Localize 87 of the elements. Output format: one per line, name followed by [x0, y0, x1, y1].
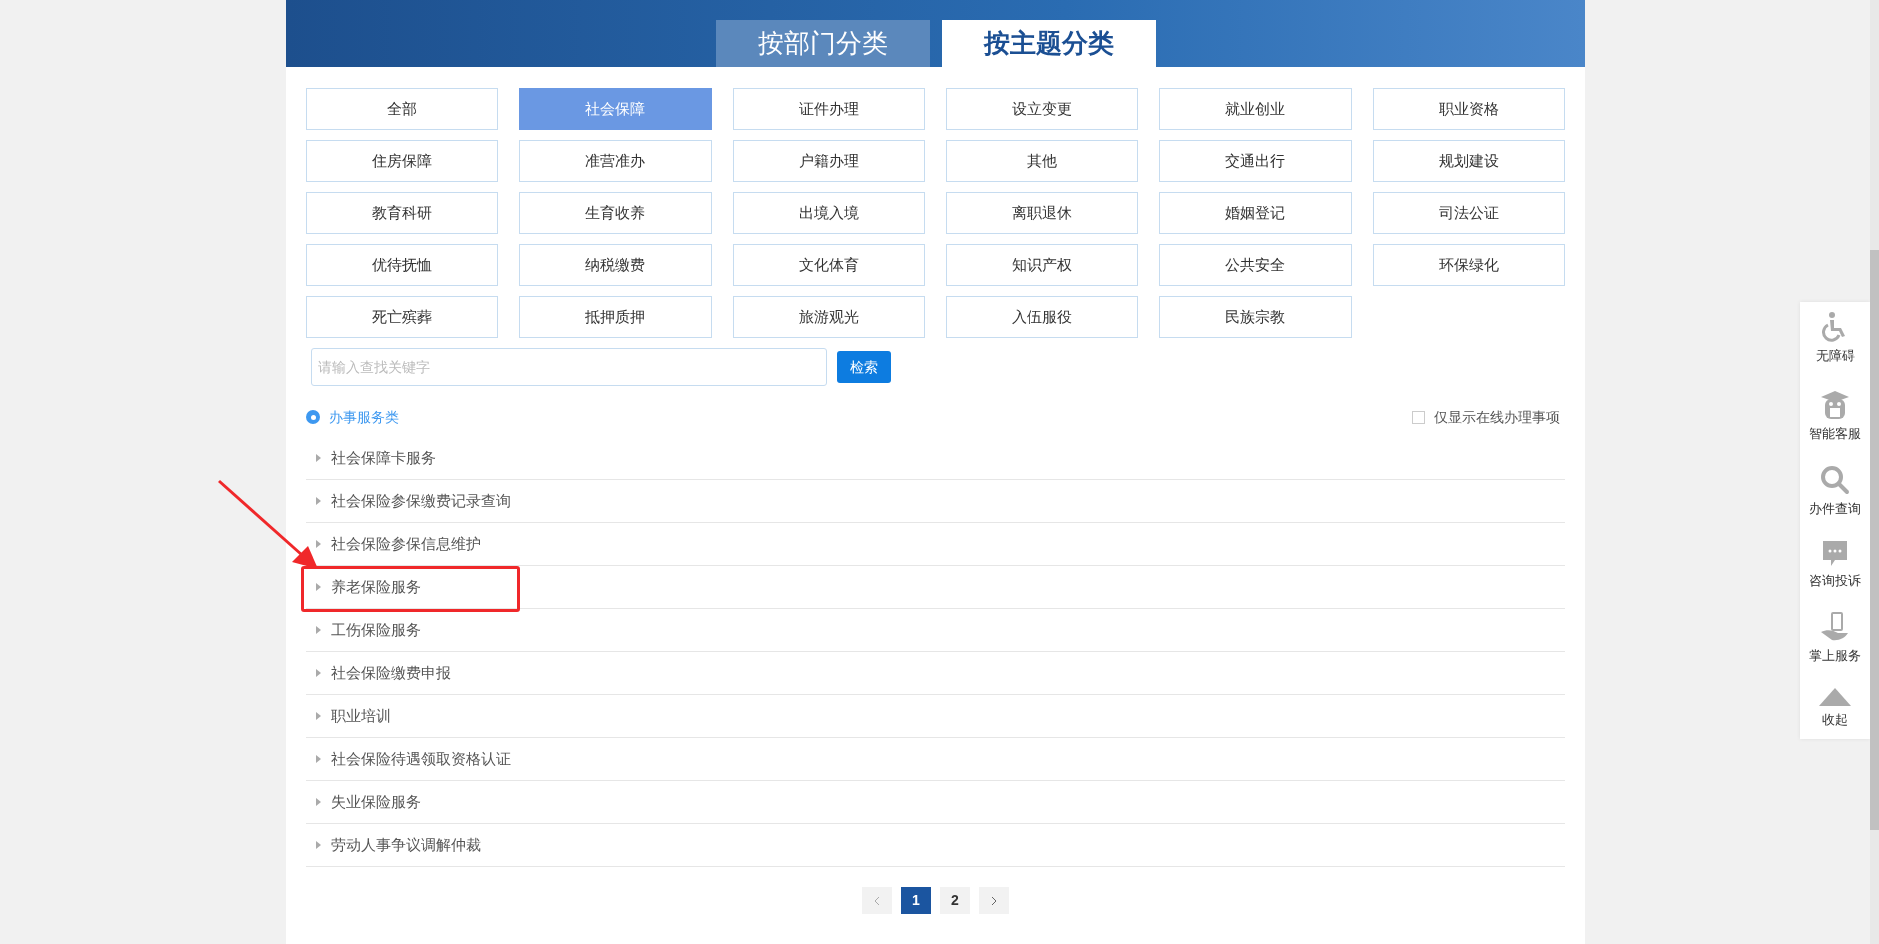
service-list-item[interactable]: 职业培训 — [306, 695, 1565, 738]
category-tab[interactable]: 按部门分类 — [715, 20, 930, 67]
hand-phone-icon — [1820, 612, 1850, 642]
service-item-label: 工伤保险服务 — [331, 619, 421, 640]
side-toolbar-item[interactable]: 收起 — [1800, 687, 1870, 729]
chevron-left-icon — [874, 895, 880, 906]
category-button[interactable]: 设立变更 — [946, 88, 1139, 130]
service-list-item[interactable]: 工伤保险服务 — [306, 609, 1565, 652]
category-button[interactable]: 住房保障 — [306, 140, 499, 182]
side-toolbar-item[interactable]: 办件查询 — [1800, 465, 1870, 519]
category-button[interactable]: 规划建设 — [1372, 140, 1565, 182]
next-page-button[interactable] — [979, 887, 1009, 914]
service-list-item[interactable]: 社会保险参保缴费记录查询 — [306, 480, 1565, 523]
previous-page-button[interactable] — [862, 887, 892, 914]
side-toolbar-item[interactable]: 掌上服务 — [1800, 612, 1870, 666]
category-button[interactable]: 证件办理 — [732, 88, 925, 130]
caret-right-icon — [316, 497, 321, 505]
caret-right-icon — [316, 841, 321, 849]
category-button[interactable]: 抵押质押 — [519, 296, 712, 338]
service-item-label: 社会保障卡服务 — [331, 447, 436, 468]
category-button[interactable]: 环保绿化 — [1372, 244, 1565, 286]
category-button[interactable]: 婚姻登记 — [1159, 192, 1352, 234]
category-button[interactable]: 司法公证 — [1372, 192, 1565, 234]
service-item-label: 社会保险参保缴费记录查询 — [331, 490, 511, 511]
service-item-label: 养老保险服务 — [331, 576, 421, 597]
page-button[interactable]: 1 — [901, 887, 931, 914]
category-button[interactable]: 公共安全 — [1159, 244, 1352, 286]
side-toolbar-label: 智能客服 — [1809, 424, 1861, 443]
category-button[interactable]: 准营准办 — [519, 140, 712, 182]
checkbox[interactable] — [1412, 410, 1425, 424]
category-button[interactable]: 教育科研 — [306, 192, 499, 234]
side-toolbar-label: 掌上服务 — [1809, 647, 1861, 665]
service-item-label: 失业保险服务 — [331, 791, 421, 812]
caret-right-icon — [316, 755, 321, 763]
side-toolbar-item[interactable]: 咨询投诉 — [1800, 540, 1870, 590]
side-toolbar-label: 无障碍 — [1815, 347, 1855, 365]
category-button[interactable]: 交通出行 — [1159, 140, 1352, 182]
search-button[interactable]: 检索 — [837, 351, 891, 383]
category-button[interactable]: 知识产权 — [946, 244, 1139, 286]
category-button[interactable]: 其他 — [946, 140, 1139, 182]
category-button[interactable]: 户籍办理 — [732, 140, 925, 182]
checkbox-label: 仅显示在线办理事项 — [1434, 407, 1560, 427]
side-toolbar-label: 咨询投诉 — [1809, 571, 1861, 590]
caret-right-icon — [316, 454, 321, 462]
service-list-item[interactable]: 失业保险服务 — [306, 781, 1565, 824]
category-button[interactable]: 纳税缴费 — [519, 244, 712, 286]
caret-right-icon — [316, 712, 321, 720]
side-toolbar-item[interactable]: 智能客服 — [1800, 387, 1870, 443]
side-toolbar-label: 收起 — [1822, 710, 1848, 729]
caret-right-icon — [316, 626, 321, 634]
radio-button[interactable] — [306, 410, 320, 424]
service-list-item[interactable]: 社会保险缴费申报 — [306, 652, 1565, 695]
category-button[interactable]: 死亡殡葬 — [306, 296, 499, 338]
chevron-right-icon — [991, 895, 997, 906]
side-toolbar-item[interactable]: 无障碍 — [1800, 312, 1870, 366]
service-item-label: 职业培训 — [331, 705, 391, 726]
category-button[interactable]: 全部 — [306, 88, 499, 130]
search-icon — [1820, 465, 1850, 495]
category-button[interactable]: 入伍服役 — [946, 296, 1139, 338]
service-list-item[interactable]: 社会保障卡服务 — [306, 437, 1565, 480]
service-list-item[interactable]: 社会保险待遇领取资格认证 — [306, 738, 1565, 781]
category-button[interactable]: 民族宗教 — [1159, 296, 1352, 338]
service-list-item[interactable]: 劳动人事争议调解仲裁 — [306, 824, 1565, 867]
service-item-label: 劳动人事争议调解仲裁 — [331, 834, 481, 855]
category-button[interactable]: 旅游观光 — [732, 296, 925, 338]
search-field[interactable]: 请输入查找关键字 — [311, 348, 827, 386]
side-toolbar-label: 办件查询 — [1809, 500, 1861, 518]
caret-right-icon — [316, 583, 321, 591]
category-button[interactable]: 就业创业 — [1159, 88, 1352, 130]
triangle-up-icon — [1819, 687, 1851, 706]
service-item-label: 社会保险参保信息维护 — [331, 533, 481, 554]
category-button[interactable]: 职业资格 — [1372, 88, 1565, 130]
category-button[interactable]: 出境入境 — [732, 192, 925, 234]
category-tab[interactable]: 按主题分类 — [941, 20, 1156, 67]
page-button[interactable]: 2 — [940, 887, 970, 914]
category-button[interactable]: 优待抚恤 — [306, 244, 499, 286]
category-button[interactable]: 离职退休 — [946, 192, 1139, 234]
category-button[interactable]: 文化体育 — [732, 244, 925, 286]
caret-right-icon — [316, 798, 321, 806]
radio-label: 办事服务类 — [329, 407, 399, 427]
caret-right-icon — [316, 540, 321, 548]
service-item-label: 社会保险待遇领取资格认证 — [331, 748, 511, 769]
category-button[interactable]: 生育收养 — [519, 192, 712, 234]
chat-icon — [1823, 540, 1847, 567]
service-item-label: 社会保险缴费申报 — [331, 662, 451, 683]
caret-right-icon — [316, 669, 321, 677]
service-list-item[interactable]: 养老保险服务 — [306, 566, 1565, 609]
